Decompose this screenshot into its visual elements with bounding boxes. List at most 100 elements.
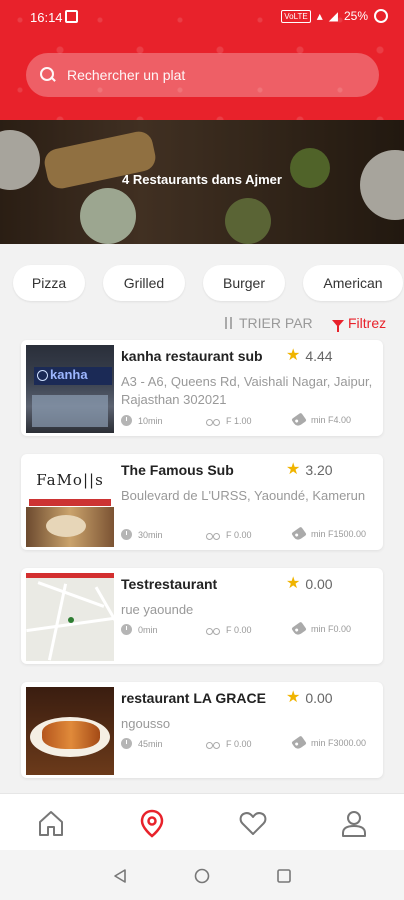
delivery-icon bbox=[206, 624, 220, 635]
thumb-band bbox=[29, 499, 111, 506]
min-value: min F0.00 bbox=[311, 624, 352, 634]
price-tag-icon bbox=[291, 526, 307, 542]
search-input[interactable]: Rechercher un plat bbox=[26, 53, 379, 97]
location-pin-icon[interactable] bbox=[137, 808, 167, 838]
fee-value: F 0.00 bbox=[226, 529, 252, 540]
profile-icon[interactable] bbox=[339, 808, 369, 838]
chip-grilled[interactable]: Grilled bbox=[103, 265, 185, 301]
restaurant-card[interactable]: kanha kanha restaurant sub ★ 4.44 A3 - A… bbox=[21, 340, 383, 436]
restaurant-rating: ★ 3.20 bbox=[286, 461, 333, 479]
restaurant-thumbnail bbox=[26, 573, 114, 661]
delivery-fee: F 0.00 bbox=[206, 529, 252, 540]
clock-icon bbox=[121, 624, 132, 635]
sort-icon bbox=[222, 317, 234, 329]
minimum-order: min F1500.00 bbox=[291, 526, 367, 542]
filter-label: Filtrez bbox=[348, 315, 387, 331]
thumb-storefront bbox=[32, 395, 108, 427]
minimum-order: min F4.00 bbox=[291, 412, 352, 428]
rating-value: 3.20 bbox=[305, 462, 333, 478]
restaurant-card[interactable]: FaMo||s The Famous Sub ★ 3.20 Boulevard … bbox=[21, 454, 383, 550]
fee-value: F 0.00 bbox=[226, 738, 252, 749]
minimum-order: min F3000.00 bbox=[291, 735, 366, 751]
time-value: 10min bbox=[138, 415, 163, 426]
time-value: 30min bbox=[138, 529, 163, 540]
signal-icon: ◢ bbox=[328, 9, 338, 23]
volte-icon: VoLTE bbox=[281, 9, 311, 23]
hero-banner: 4 Restaurants dans Ajmer bbox=[0, 120, 404, 244]
restaurant-thumbnail: FaMo||s bbox=[26, 459, 114, 547]
thumb-logo-icon bbox=[37, 370, 48, 381]
delivery-icon bbox=[206, 529, 220, 540]
star-icon: ★ bbox=[286, 575, 301, 592]
fee-value: F 1.00 bbox=[226, 415, 252, 426]
min-value: min F1500.00 bbox=[311, 529, 367, 539]
wifi-icon: ▴ bbox=[316, 9, 323, 23]
banner-title: 4 Restaurants dans Ajmer bbox=[122, 172, 282, 187]
recents-icon[interactable] bbox=[276, 868, 292, 884]
map-pin-icon bbox=[68, 617, 74, 623]
rating-value: 4.44 bbox=[305, 348, 333, 364]
battery-icon bbox=[374, 9, 388, 23]
minimum-order: min F0.00 bbox=[291, 621, 352, 637]
restaurant-card[interactable]: restaurant LA GRACE ★ 0.00 ngousso 45min… bbox=[21, 682, 383, 778]
thumb-logo: FaMo||s bbox=[26, 459, 114, 503]
rating-value: 0.00 bbox=[305, 690, 333, 706]
delivery-fee: F 0.00 bbox=[206, 624, 252, 635]
restaurant-thumbnail: kanha bbox=[26, 345, 114, 433]
star-icon: ★ bbox=[286, 347, 301, 364]
status-bar: 16:14 VoLTE ▴ ◢ 25% bbox=[0, 0, 404, 34]
star-icon: ★ bbox=[286, 689, 301, 706]
restaurant-address: Boulevard de L'URSS, Yaoundé, Kamerun bbox=[121, 488, 366, 503]
chip-burger[interactable]: Burger bbox=[203, 265, 285, 301]
restaurant-rating: ★ 4.44 bbox=[286, 347, 333, 365]
bottom-navigation bbox=[0, 793, 404, 850]
thumb-food bbox=[26, 507, 114, 547]
delivery-time: 45min bbox=[121, 738, 163, 749]
chip-pizza[interactable]: Pizza bbox=[13, 265, 85, 301]
heart-icon[interactable] bbox=[238, 808, 268, 838]
restaurant-card[interactable]: Testrestaurant ★ 0.00 rue yaounde 0min F… bbox=[21, 568, 383, 664]
sort-label: TRIER PAR bbox=[239, 315, 313, 331]
star-icon: ★ bbox=[286, 461, 301, 478]
search-icon bbox=[40, 67, 56, 83]
delivery-time: 0min bbox=[121, 624, 158, 635]
thumb-food bbox=[42, 721, 100, 749]
clock-icon bbox=[121, 415, 132, 426]
restaurant-thumbnail bbox=[26, 687, 114, 775]
delivery-time: 10min bbox=[121, 415, 163, 426]
time-value: 0min bbox=[138, 624, 158, 635]
filter-icon bbox=[332, 319, 344, 332]
clock-icon bbox=[121, 529, 132, 540]
status-time: 16:14 bbox=[30, 10, 63, 25]
clock-icon bbox=[121, 738, 132, 749]
restaurant-name: kanha restaurant sub bbox=[121, 348, 263, 364]
thumb-map-header bbox=[26, 573, 114, 578]
gallery-notification-icon bbox=[65, 10, 78, 23]
restaurant-rating: ★ 0.00 bbox=[286, 575, 333, 593]
price-tag-icon bbox=[291, 621, 307, 637]
status-icons: VoLTE ▴ ◢ 25% bbox=[281, 9, 388, 23]
app-header: 16:14 VoLTE ▴ ◢ 25% Rechercher un plat bbox=[0, 0, 404, 120]
home-icon[interactable] bbox=[36, 808, 66, 838]
delivery-fee: F 0.00 bbox=[206, 738, 252, 749]
back-icon[interactable] bbox=[112, 868, 128, 884]
sort-button[interactable]: TRIER PAR bbox=[222, 315, 313, 331]
restaurant-name: restaurant LA GRACE bbox=[121, 690, 266, 706]
home-button-icon[interactable] bbox=[194, 868, 210, 884]
restaurant-address: A3 - A6, Queens Rd, Vaishali Nagar, Jaip… bbox=[121, 374, 373, 407]
map-road bbox=[47, 583, 68, 661]
delivery-fee: F 1.00 bbox=[206, 415, 252, 426]
restaurant-name: The Famous Sub bbox=[121, 462, 234, 478]
filter-button[interactable]: Filtrez bbox=[332, 315, 387, 332]
map-road bbox=[37, 581, 105, 608]
sort-filter-row: TRIER PAR Filtrez bbox=[0, 315, 404, 333]
system-navigation-bar bbox=[0, 850, 404, 900]
restaurant-address: rue yaounde bbox=[121, 602, 194, 617]
rating-value: 0.00 bbox=[305, 576, 333, 592]
chip-american[interactable]: American bbox=[303, 265, 403, 301]
delivery-icon bbox=[206, 738, 220, 749]
min-value: min F4.00 bbox=[311, 415, 352, 425]
category-chips: Pizza Grilled Burger American bbox=[13, 265, 403, 301]
delivery-time: 30min bbox=[121, 529, 163, 540]
price-tag-icon bbox=[291, 412, 307, 428]
